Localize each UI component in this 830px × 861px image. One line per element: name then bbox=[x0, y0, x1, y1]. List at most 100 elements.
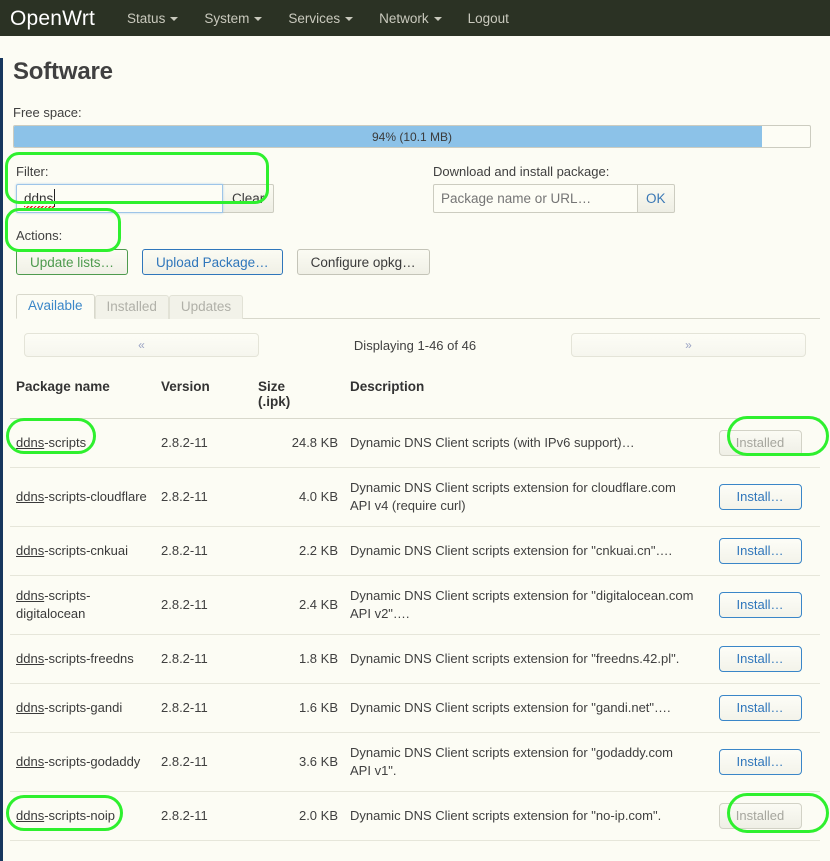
package-url-input[interactable] bbox=[433, 184, 638, 213]
cell-action: Install… bbox=[700, 526, 820, 576]
package-name-link[interactable]: ddns-scripts-cnkuai bbox=[16, 543, 128, 558]
install-button[interactable]: Install… bbox=[718, 646, 802, 672]
chevron-down-icon bbox=[345, 17, 354, 21]
package-name-link[interactable]: ddns-scripts-gandi bbox=[16, 700, 122, 715]
cell-description: Dynamic DNS Client scripts extension for… bbox=[344, 634, 700, 684]
package-name-match: ddns bbox=[16, 754, 45, 769]
ok-button[interactable]: OK bbox=[638, 184, 675, 213]
page-content: Software Free space: 94% (10.1 MB) Filte… bbox=[0, 58, 830, 861]
actions-row: Update lists… Upload Package… Configure … bbox=[16, 249, 820, 275]
pagination-info: Displaying 1-46 of 46 bbox=[353, 337, 477, 353]
pagination-next-button[interactable]: » bbox=[571, 333, 806, 357]
header-size-line2: (.ipk) bbox=[258, 394, 291, 409]
tab-updates[interactable]: Updates bbox=[168, 295, 244, 319]
cell-size: 2.4 KB bbox=[252, 575, 344, 635]
download-input-group: OK bbox=[433, 184, 675, 213]
top-navigation-bar: OpenWrt Status System Services Network Logou… bbox=[0, 0, 830, 36]
cell-version: 2.8.2-11 bbox=[155, 634, 252, 684]
package-name-rest: -scripts-cnkuai bbox=[44, 543, 128, 558]
configure-opkg-button[interactable]: Configure opkg… bbox=[296, 249, 430, 275]
filter-input[interactable] bbox=[16, 184, 223, 213]
cell-action: Install… bbox=[700, 683, 820, 733]
cell-version: 2.8.2-11 bbox=[155, 526, 252, 576]
chevron-down-icon bbox=[170, 17, 179, 21]
cell-size: 4.0 KB bbox=[252, 467, 344, 527]
pagination: « Displaying 1-46 of 46 » bbox=[10, 333, 820, 357]
header-size-line1: Size bbox=[258, 379, 286, 394]
installed-badge-button: Installed bbox=[718, 430, 802, 456]
cell-package-name: ddns-scripts-freedns bbox=[10, 634, 155, 684]
package-name-link[interactable]: ddns-scripts-freedns bbox=[16, 651, 134, 666]
package-name-rest: -scripts-cloudflare bbox=[44, 489, 147, 504]
header-size: Size (.ipk) bbox=[252, 369, 344, 419]
cell-action: Install… bbox=[700, 575, 820, 635]
package-name-link[interactable]: ddns-scripts-noip bbox=[16, 808, 115, 823]
cell-description: Dynamic DNS Client scripts extension for… bbox=[344, 732, 700, 792]
header-description: Description bbox=[344, 369, 700, 419]
package-name-link[interactable]: ddns-scripts-godaddy bbox=[16, 754, 140, 769]
tab-available[interactable]: Available bbox=[16, 294, 95, 319]
cell-size: 2.0 KB bbox=[252, 791, 344, 841]
cell-description: Dynamic DNS Client scripts (with IPv6 su… bbox=[344, 418, 700, 468]
installed-badge-button: Installed bbox=[718, 803, 802, 829]
nav-item-system[interactable]: System bbox=[204, 11, 263, 26]
free-space-progress-bar: 94% (10.1 MB) bbox=[13, 125, 811, 148]
package-tabs: Available Installed Updates bbox=[16, 294, 820, 319]
install-button[interactable]: Install… bbox=[718, 484, 802, 510]
header-package-name: Package name bbox=[10, 369, 155, 419]
tab-installed[interactable]: Installed bbox=[94, 295, 169, 319]
package-name-link[interactable]: ddns-scripts-cloudflare bbox=[16, 489, 147, 504]
cell-package-name: ddns-scripts-noip bbox=[10, 791, 155, 841]
cell-version: 2.8.2-11 bbox=[155, 683, 252, 733]
install-button[interactable]: Install… bbox=[718, 538, 802, 564]
cell-version: 2.8.2-11 bbox=[155, 575, 252, 635]
cell-package-name: ddns-scripts-digitalocean bbox=[10, 575, 155, 635]
cell-size: 3.6 KB bbox=[252, 732, 344, 792]
install-button[interactable]: Install… bbox=[718, 592, 802, 618]
nav-item-label: Services bbox=[288, 10, 341, 26]
package-name-match: ddns bbox=[16, 651, 45, 666]
nav-item-label: Logout bbox=[467, 10, 509, 26]
actions-label: Actions: bbox=[16, 228, 63, 243]
clear-filter-button[interactable]: Clear bbox=[223, 184, 275, 213]
cell-package-name: ddns-scripts-gandi bbox=[10, 683, 155, 733]
header-action bbox=[700, 369, 820, 419]
pagination-prev-button[interactable]: « bbox=[24, 333, 259, 357]
filter-input-wrap bbox=[16, 184, 223, 213]
cell-package-name: ddns-scripts-cloudflare bbox=[10, 467, 155, 527]
cell-size: 24.8 KB bbox=[252, 418, 344, 468]
update-lists-button[interactable]: Update lists… bbox=[16, 249, 129, 275]
free-space-label: Free space: bbox=[13, 105, 82, 120]
table-row: ddns-scripts-cloudflare 2.8.2-11 4.0 KB Dyn… bbox=[10, 467, 820, 527]
cell-version: 2.8.2-11 bbox=[155, 791, 252, 841]
package-name-match: ddns bbox=[16, 808, 45, 823]
cell-action: Installed bbox=[700, 418, 820, 468]
package-name-rest: -scripts-gandi bbox=[44, 700, 123, 715]
install-button[interactable]: Install… bbox=[718, 749, 802, 775]
table-row: ddns-scripts-freedns 2.8.2-11 1.8 KB Dynami… bbox=[10, 634, 820, 684]
filter-block: Filter: Clear bbox=[16, 164, 278, 213]
cell-size: 1.6 KB bbox=[252, 683, 344, 733]
cell-description: Dynamic DNS Client scripts extension for… bbox=[344, 791, 700, 841]
package-name-link[interactable]: ddns-scripts bbox=[16, 435, 86, 450]
package-name-rest: -scripts-freedns bbox=[44, 651, 134, 666]
nav-item-logout[interactable]: Logout bbox=[468, 11, 509, 26]
nav-item-label: Status bbox=[127, 10, 166, 26]
package-name-link[interactable]: ddns-scripts-digitalocean bbox=[16, 588, 90, 621]
brand-logo[interactable]: OpenWrt bbox=[10, 8, 95, 29]
upload-package-button[interactable]: Upload Package… bbox=[142, 249, 283, 275]
nav-item-status[interactable]: Status bbox=[127, 10, 179, 26]
package-name-rest: -scripts-noip bbox=[44, 808, 115, 823]
package-table-body: ddns-scripts 2.8.2-11 24.8 KB Dynamic DNS C… bbox=[10, 418, 820, 841]
cell-action: Install… bbox=[700, 732, 820, 792]
filter-label: Filter: bbox=[16, 164, 49, 179]
package-name-rest: -scripts bbox=[44, 435, 87, 450]
nav-item-label: Network bbox=[379, 10, 429, 26]
nav-item-network[interactable]: Network bbox=[379, 11, 442, 26]
page-title: Software bbox=[13, 58, 113, 85]
package-name-match: ddns bbox=[16, 543, 45, 558]
cell-description: Dynamic DNS Client scripts extension for… bbox=[344, 683, 700, 733]
nav-item-services[interactable]: Services bbox=[288, 10, 354, 26]
install-button[interactable]: Install… bbox=[718, 695, 802, 721]
package-name-rest: -scripts-godaddy bbox=[44, 754, 141, 769]
